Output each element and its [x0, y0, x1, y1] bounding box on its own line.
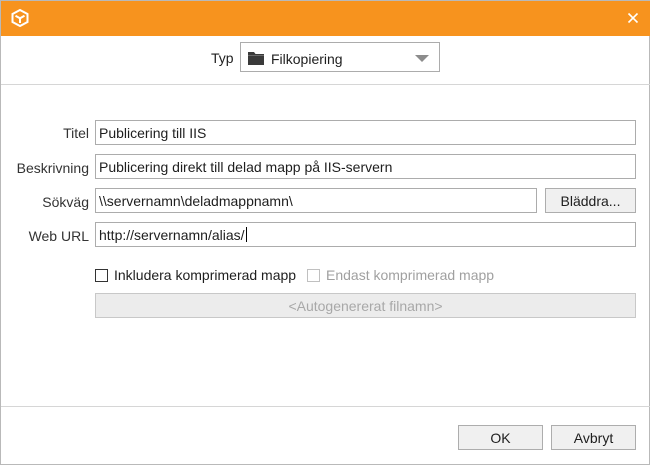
path-field-value: \\servernamn\deladmappnamn\ — [99, 193, 293, 209]
close-button[interactable] — [623, 8, 643, 28]
filename-field: <Autogenererat filnamn> — [95, 293, 636, 318]
description-field-value: Publicering direkt till delad mapp på II… — [99, 159, 393, 175]
title-label: Titel — [63, 125, 89, 141]
type-label: Typ — [211, 50, 234, 66]
only-compressed-label: Endast komprimerad mapp — [326, 267, 495, 283]
url-field-value: http://servernamn/alias/ — [99, 227, 245, 243]
filename-placeholder: <Autogenererat filnamn> — [288, 297, 443, 314]
description-label: Beskrivning — [16, 160, 89, 176]
cancel-button[interactable]: Avbryt — [551, 425, 636, 450]
title-field[interactable]: Publicering till IIS — [95, 120, 636, 145]
url-label: Web URL — [28, 228, 89, 244]
footer-divider — [1, 406, 650, 407]
description-field[interactable]: Publicering direkt till delad mapp på II… — [95, 154, 636, 179]
close-icon — [627, 12, 639, 24]
browse-button[interactable]: Bläddra... — [545, 188, 636, 213]
type-select-value: Filkopiering — [271, 51, 343, 67]
publish-dialog: Typ Filkopiering Titel Publicering till … — [0, 0, 650, 465]
include-compressed-checkbox[interactable]: Inkludera komprimerad mapp — [95, 267, 296, 283]
url-field[interactable]: http://servernamn/alias/ — [95, 222, 636, 247]
checkbox-box — [307, 268, 320, 282]
only-compressed-checkbox: Endast komprimerad mapp — [307, 267, 494, 283]
path-field[interactable]: \\servernamn\deladmappnamn\ — [95, 188, 537, 213]
chevron-down-icon — [415, 55, 429, 62]
path-label: Sökväg — [42, 194, 89, 210]
divider — [1, 84, 650, 85]
folder-icon — [248, 52, 264, 65]
text-cursor — [245, 227, 247, 242]
title-bar — [1, 1, 650, 36]
include-compressed-label: Inkludera komprimerad mapp — [114, 267, 297, 283]
type-select[interactable]: Filkopiering — [240, 42, 440, 72]
title-field-value: Publicering till IIS — [99, 125, 207, 141]
type-row: Typ Filkopiering — [1, 42, 650, 72]
checkbox-box[interactable] — [95, 268, 108, 282]
app-logo-icon — [11, 9, 29, 27]
ok-button[interactable]: OK — [458, 425, 543, 450]
